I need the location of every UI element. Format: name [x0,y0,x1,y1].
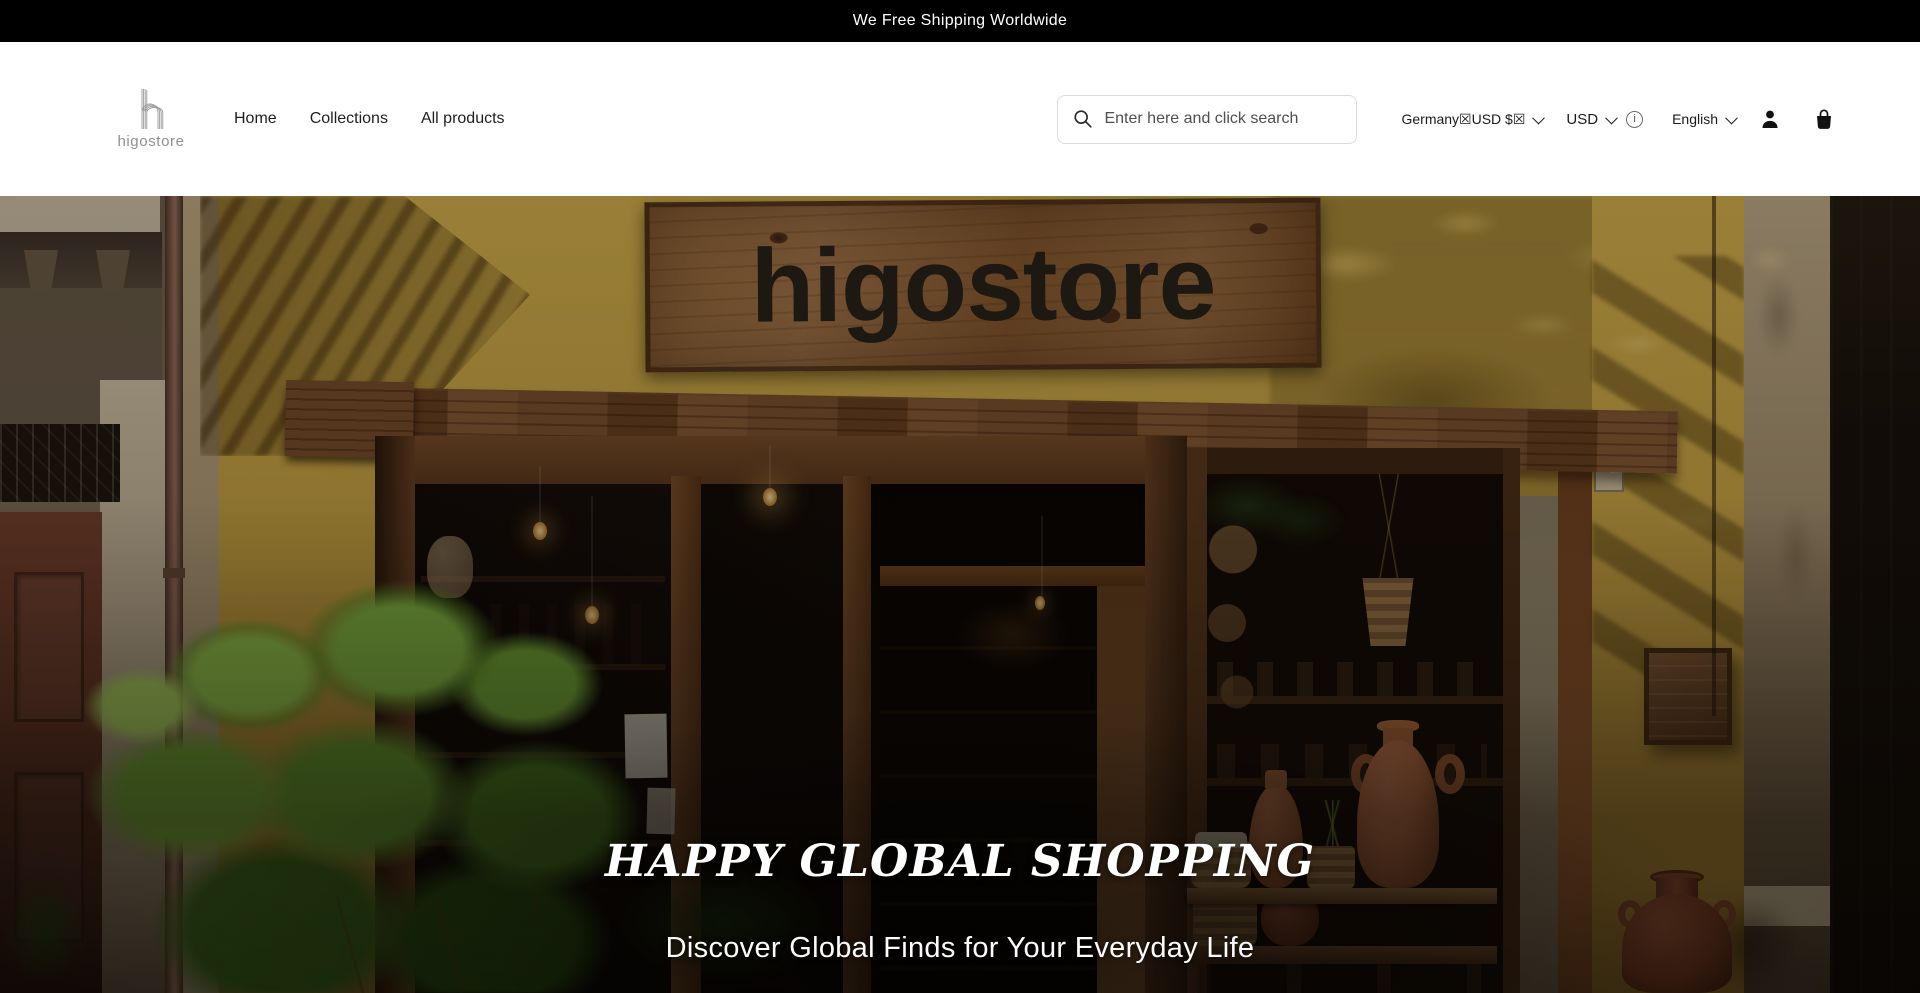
language-selector[interactable]: English [1672,111,1736,127]
shop-sign: higostore [644,198,1321,373]
logo[interactable]: higostore [108,88,194,150]
shopping-bag-icon [1812,107,1836,131]
bulb-cord [1041,516,1043,598]
pale-wall-strip [1520,496,1560,993]
hanging-light-bulb [763,488,777,506]
currency-selector[interactable]: USD i [1566,111,1643,128]
nav-home[interactable]: Home [234,110,277,128]
announcement-bar: We Free Shipping Worldwide [0,0,1920,42]
bulb-cord [769,446,771,490]
cart-button[interactable] [1812,107,1836,131]
hanging-light-bulb [1035,596,1045,610]
lit-wood-trim [1558,436,1594,993]
shop-sign-text: higostore [750,224,1216,346]
storefront-frame-right [1145,436,1187,993]
display-frame-right [1503,448,1520,993]
display-table-top [1187,888,1497,904]
storefront-frame-top [375,436,1187,484]
pottery-display-unit [1187,448,1520,993]
main-nav: Home Collections All products [234,110,505,128]
iron-grill-window [0,424,120,502]
nav-collections[interactable]: Collections [310,110,388,128]
door-transom-bar [880,566,1145,586]
display-shelf [1207,696,1503,704]
storefront-homepage: We Free Shipping Worldwide higostore Hom… [0,0,1920,993]
currency-label: USD [1566,111,1598,128]
amphora-handle [1435,754,1465,794]
search-icon[interactable] [1072,108,1094,130]
bulb-cord [539,466,541,524]
bronze-wall-plaque [1644,648,1732,745]
wall-wire [1712,196,1716,716]
table-legs [1197,964,1497,993]
country-currency-selector[interactable]: Germany☒USD $☒ [1401,111,1543,128]
header-utilities: Germany☒USD $☒ USD i English [1401,107,1836,131]
chevron-down-icon [1605,111,1618,124]
language-label: English [1672,111,1718,127]
chevron-down-icon [1533,111,1546,124]
announcement-text: We Free Shipping Worldwide [853,12,1067,30]
shelf-pottery-row [1217,662,1487,696]
chevron-down-icon [1725,111,1738,124]
search-bar[interactable] [1057,95,1357,144]
hero-banner: higostore [0,196,1920,993]
nav-all-products[interactable]: All products [421,110,505,128]
balcony-underside [0,232,162,288]
balcony-slab [0,196,160,232]
info-icon[interactable]: i [1626,111,1643,128]
logo-text: higostore [117,133,184,150]
hero-title: HAPPY GLOBAL SHOPPING [0,836,1920,887]
account-button[interactable] [1758,107,1782,131]
search-input[interactable] [1104,110,1344,128]
country-currency-label: Germany☒USD $☒ [1401,111,1525,128]
hanging-light-bulb [533,522,547,540]
site-header: higostore Home Collections All products … [0,42,1920,196]
basket-strings [1369,474,1409,582]
person-icon [1758,107,1782,131]
hero-subtitle: Discover Global Finds for Your Everyday … [0,932,1920,965]
hanging-basket [1359,578,1417,646]
logo-h-monogram-icon [134,88,168,130]
